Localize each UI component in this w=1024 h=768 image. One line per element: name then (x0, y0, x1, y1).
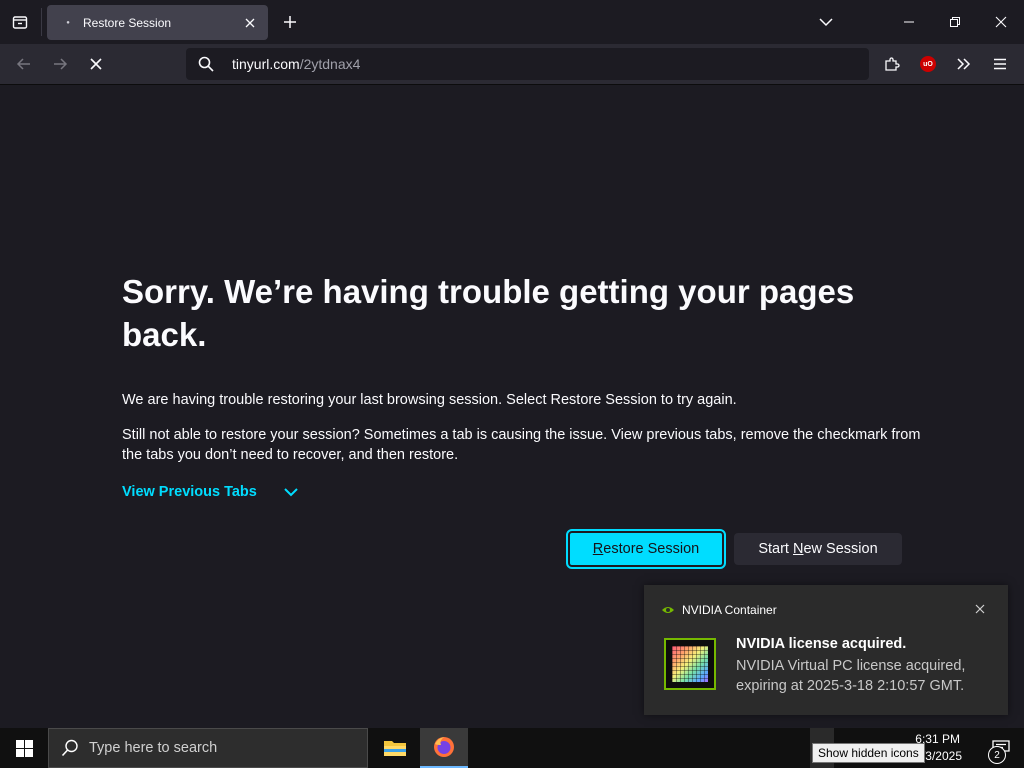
chevron-down-icon (283, 487, 299, 497)
restore-session-button[interactable]: Restore Session (566, 529, 726, 569)
restore-session-label: Restore Session (592, 541, 700, 557)
show-hidden-icons-tooltip: Show hidden icons (812, 743, 925, 763)
extensions-button[interactable] (878, 50, 906, 78)
more-tools-button[interactable] (950, 50, 978, 78)
close-icon (245, 18, 255, 27)
minimize-button[interactable] (886, 0, 932, 44)
start-button[interactable] (0, 728, 48, 768)
start-new-session-button[interactable]: Start New Session (734, 533, 902, 565)
taskbar-file-explorer[interactable] (371, 728, 419, 768)
back-button[interactable] (10, 50, 38, 78)
tab-restore-session[interactable]: ● Restore Session (47, 5, 268, 40)
notification-app-header: NVIDIA Container (662, 603, 777, 617)
firefox-icon (434, 737, 454, 757)
notification-count-badge: 2 (988, 746, 1006, 764)
view-previous-tabs-toggle[interactable]: View Previous Tabs (122, 484, 299, 500)
search-placeholder: Type here to search (89, 740, 218, 756)
notification-app-name: NVIDIA Container (682, 603, 777, 617)
back-arrow-icon (16, 58, 30, 70)
search-icon (61, 739, 79, 757)
view-previous-tabs-label: View Previous Tabs (122, 484, 257, 500)
search-icon (198, 56, 218, 72)
nvidia-notification[interactable]: NVIDIA Container NVIDIA license acquired… (644, 585, 1008, 715)
restore-window-button[interactable] (932, 0, 978, 44)
tab-title: Restore Session (83, 15, 172, 30)
restore-help-text: Still not able to restore your session? … (122, 427, 921, 463)
minimize-icon (904, 21, 914, 23)
hamburger-icon (994, 58, 1006, 70)
dot-icon: ● (66, 19, 70, 26)
navigation-toolbar: tinyurl.com/2ytdnax4 uO (0, 44, 1024, 85)
close-icon (995, 16, 1007, 28)
url-path: /2ytdnax4 (299, 56, 361, 72)
windows-logo-icon (15, 739, 33, 757)
tab-close-button[interactable] (238, 11, 262, 35)
new-session-label-suffix: ew Session (803, 541, 878, 557)
restore-explanation: We are having trouble restoring your las… (122, 392, 737, 408)
tab-strip: ● Restore Session (0, 0, 1024, 44)
stop-icon (90, 58, 102, 70)
tab-list-icon (12, 16, 28, 29)
url-text: tinyurl.com/2ytdnax4 (232, 56, 360, 72)
puzzle-icon (885, 57, 900, 71)
ublock-origin-icon: uO (920, 56, 936, 72)
notification-close-button[interactable] (970, 599, 990, 619)
page-title: Sorry. We’re having trouble getting your… (122, 273, 855, 353)
ublock-origin-button[interactable]: uO (914, 50, 942, 78)
chevron-down-icon (819, 18, 833, 27)
notification-title: NVIDIA license acquired. (736, 636, 907, 652)
new-session-label-prefix: Start (758, 541, 793, 557)
taskbar-firefox[interactable] (420, 728, 468, 768)
close-window-button[interactable] (978, 0, 1024, 44)
app-menu-button[interactable] (986, 50, 1014, 78)
list-all-tabs-button[interactable] (812, 8, 840, 36)
stop-button[interactable] (82, 50, 110, 78)
new-tab-button[interactable] (276, 8, 304, 36)
tab-list-button[interactable] (0, 0, 40, 44)
restore-window-icon (950, 17, 960, 27)
nvidia-chip-icon (664, 638, 716, 690)
url-bar[interactable]: tinyurl.com/2ytdnax4 (186, 48, 869, 80)
nvidia-logo-icon (662, 607, 674, 613)
plus-icon (284, 16, 296, 28)
chevron-double-right-icon (957, 58, 971, 70)
taskbar-search-box[interactable]: Type here to search (48, 728, 368, 768)
new-session-label-accel: N (793, 541, 804, 557)
notification-body: NVIDIA Virtual PC license acquired, expi… (736, 658, 966, 694)
forward-button[interactable] (46, 50, 74, 78)
forward-arrow-icon (54, 58, 68, 70)
url-host: tinyurl.com (232, 56, 300, 72)
close-icon (975, 604, 985, 614)
folder-icon (384, 741, 406, 756)
tab-separator (41, 8, 42, 36)
